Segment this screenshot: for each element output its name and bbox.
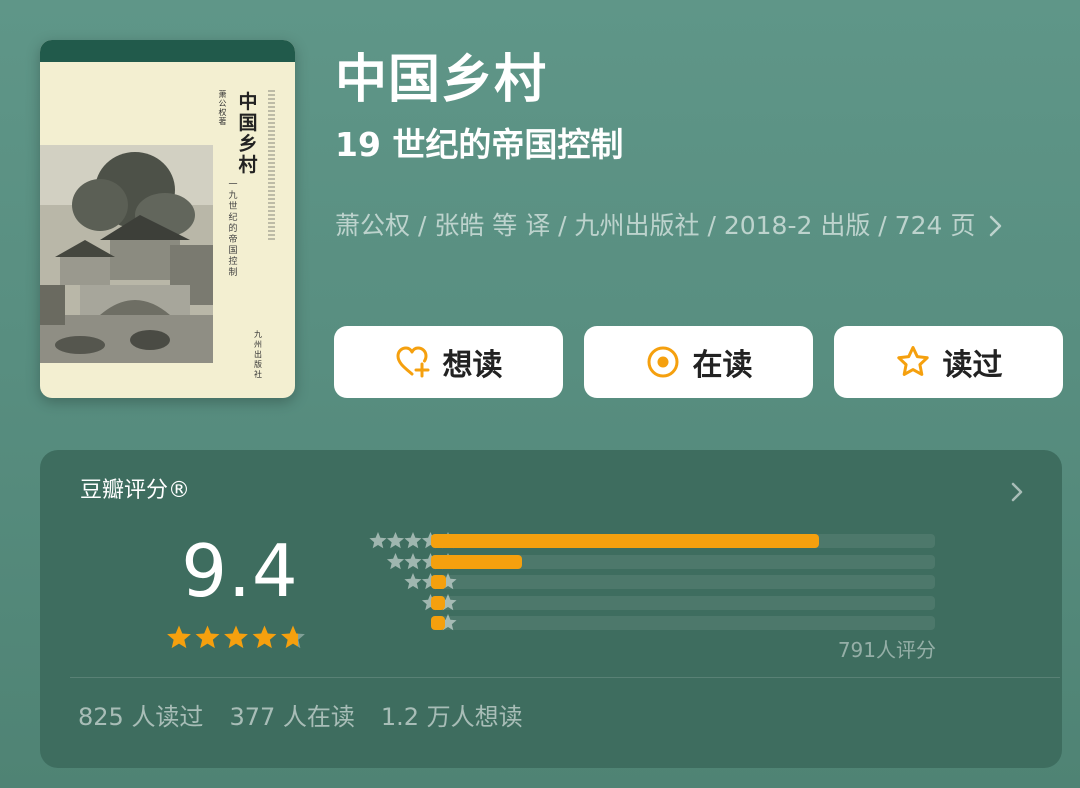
distribution-star [404, 573, 422, 590]
cover-author: 萧公权著 [218, 90, 227, 126]
distribution-star [404, 552, 422, 569]
want-to-read-label: 想读 [442, 348, 503, 383]
distribution-bar-5-star [431, 534, 820, 548]
distribution-track [431, 616, 935, 630]
distribution-star [369, 532, 387, 549]
stat-reading[interactable]: 377 人在读 [229, 703, 354, 731]
distribution-track [431, 554, 935, 569]
divider [70, 677, 1060, 678]
cover-subtitle: 一九世纪的帝国控制 [228, 180, 238, 278]
cover-engraving-illustration [40, 145, 213, 363]
book-title: 中国乡村 [335, 50, 548, 110]
rating-score: 9.4 [181, 529, 299, 613]
rating-source-label: 豆瓣评分® [80, 478, 191, 503]
distribution-track [431, 534, 935, 548]
cover-top-band [40, 40, 295, 62]
distribution-star [386, 532, 405, 549]
reading-button[interactable]: 在读 [584, 326, 813, 398]
star-outline-icon [896, 346, 929, 376]
book-meta-link[interactable]: 萧公权 / 张皓 等 译 / 九州出版社 / 2018-2 出版 / 724 页 [335, 206, 1009, 246]
rating-count: 791人评分 [837, 638, 936, 662]
distribution-track [431, 595, 935, 610]
target-icon [647, 346, 678, 378]
cover-publisher: 九州出版社 [254, 330, 262, 379]
rating-star [167, 625, 191, 649]
distribution-bar-2-star [431, 595, 445, 610]
want-to-read-button[interactable]: 想读 [334, 326, 563, 398]
rating-star [281, 625, 305, 649]
distribution-bar-3-star [431, 575, 447, 589]
rating-star [224, 625, 248, 649]
reading-label: 在读 [692, 348, 753, 383]
cover-english-text [268, 90, 275, 240]
stat-want[interactable]: 1.2 万人想读 [381, 703, 523, 731]
rating-card[interactable]: 豆瓣评分® 9.4 791人评分 825 人读过 377 人在读 1.2 万人想读 [40, 450, 1062, 768]
rating-stars [167, 625, 305, 649]
distribution-star [386, 552, 405, 569]
chevron-right-icon[interactable] [1006, 480, 1028, 504]
have-read-label: 读过 [942, 348, 1003, 383]
heart-plus-icon [396, 346, 429, 378]
distribution-star [404, 532, 422, 549]
rating-star [195, 625, 220, 649]
book-meta-text: 萧公权 / 张皓 等 译 / 九州出版社 / 2018-2 出版 / 724 页 [335, 211, 976, 240]
cover-title: 中国乡村 [238, 91, 258, 176]
book-cover[interactable]: 萧公权著 中国乡村 一九世纪的帝国控制 九州出版社 [40, 40, 295, 398]
stat-read[interactable]: 825 人读过 [78, 703, 203, 731]
book-subtitle: 19 世纪的帝国控制 [335, 125, 624, 164]
chevron-right-icon [990, 215, 1002, 237]
have-read-button[interactable]: 读过 [834, 326, 1063, 398]
rating-star [252, 625, 277, 649]
reading-stats: 825 人读过 377 人在读 1.2 万人想读 [78, 700, 549, 734]
distribution-bar-4-star [431, 554, 522, 569]
distribution-bar-1-star [431, 616, 445, 630]
distribution-track [431, 575, 935, 589]
